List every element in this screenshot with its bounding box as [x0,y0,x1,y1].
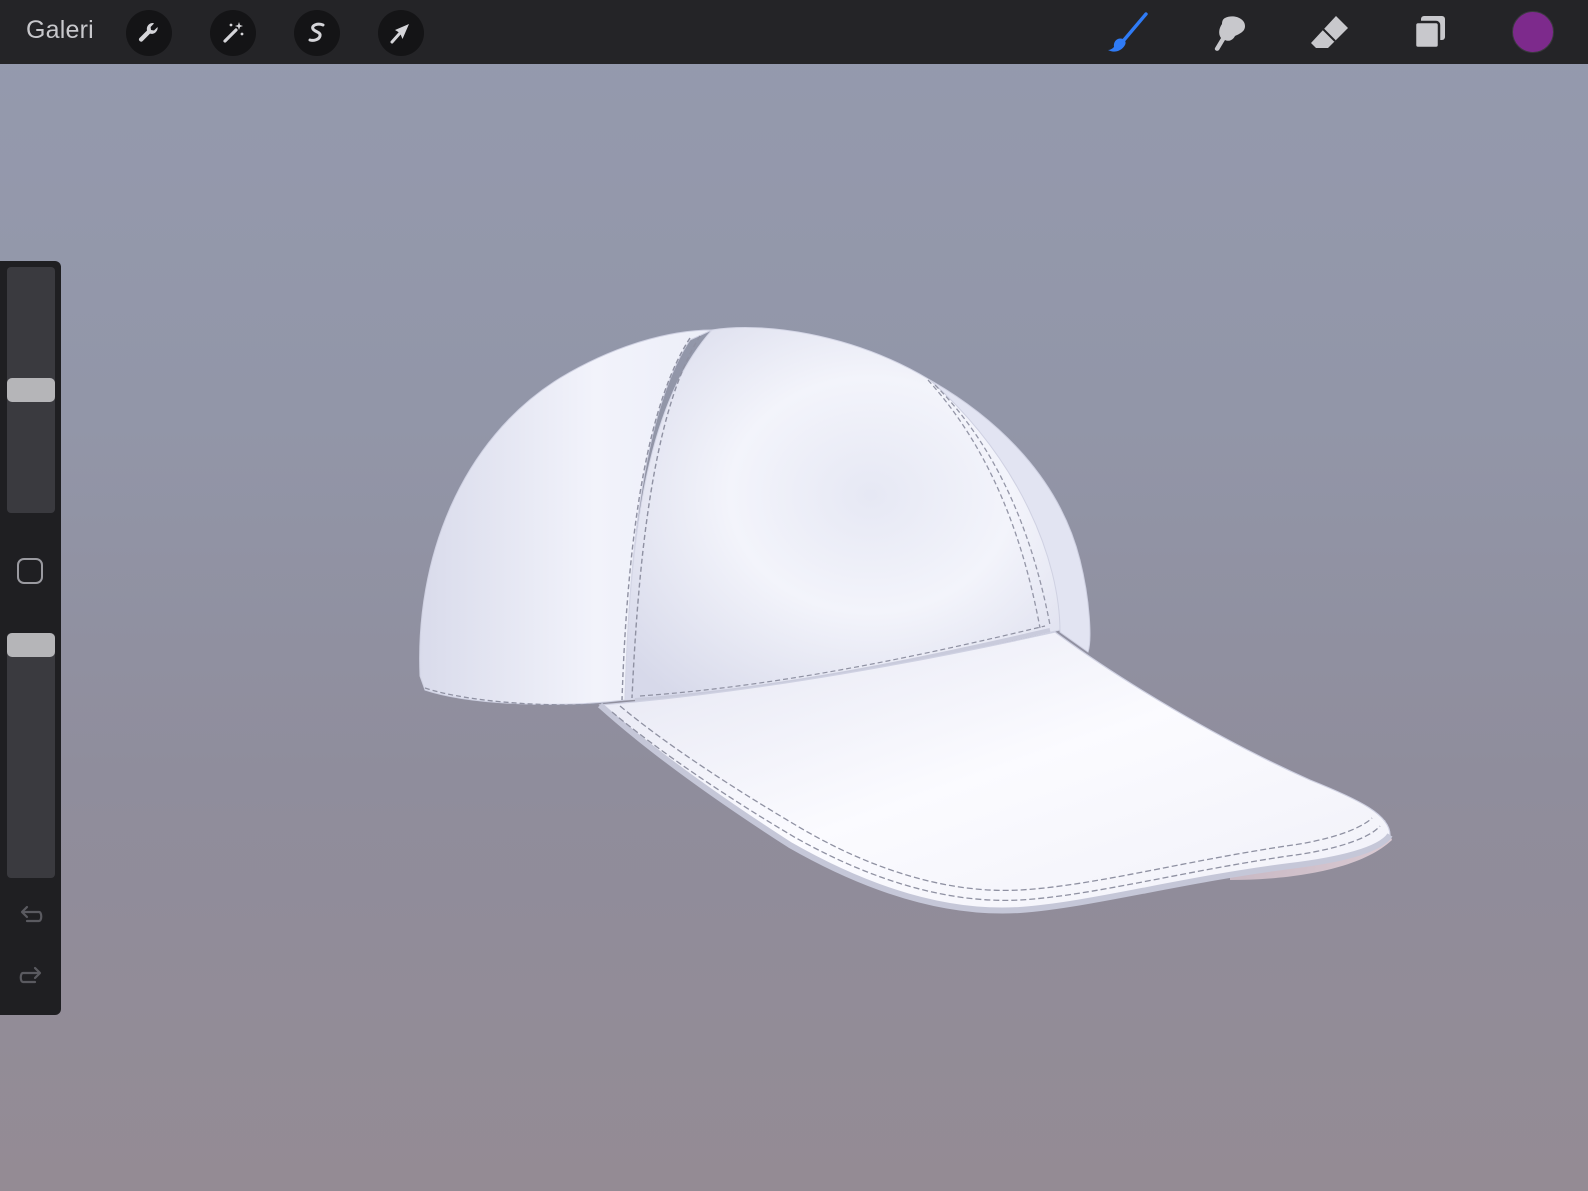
eraser-icon [1311,16,1348,48]
redo-button[interactable] [15,963,47,991]
eraser-tool[interactable] [1304,8,1354,58]
smudge-tool[interactable] [1203,8,1253,58]
opacity-slider[interactable] [7,633,55,878]
brush-icon [1108,12,1148,52]
gallery-button[interactable]: Galeri [26,16,94,45]
transform-arrow-icon [390,24,409,44]
transform-button[interactable] [378,10,424,56]
wrench-icon [138,22,158,42]
left-sidebar [0,261,61,1015]
brush-size-thumb[interactable] [7,378,55,402]
top-toolbar: Galeri [0,0,1588,64]
undo-icon [20,905,43,923]
selection-button[interactable] [294,10,340,56]
selection-icon [308,22,325,42]
layers-tool[interactable] [1405,8,1455,58]
procreate-app: Galeri [0,0,1588,1191]
brush-tool[interactable] [1102,8,1152,58]
modify-button[interactable] [17,558,43,584]
smudge-icon [1214,16,1245,51]
cap-model[interactable] [0,64,1588,1191]
redo-icon [19,966,42,984]
actions-button[interactable] [126,10,172,56]
canvas-area[interactable] [0,64,1588,1191]
undo-button[interactable] [15,902,47,930]
opacity-thumb[interactable] [7,633,55,657]
adjustments-button[interactable] [210,10,256,56]
layers-icon [1413,16,1445,50]
magic-wand-icon [223,22,244,43]
color-picker-swatch[interactable] [1512,11,1554,53]
